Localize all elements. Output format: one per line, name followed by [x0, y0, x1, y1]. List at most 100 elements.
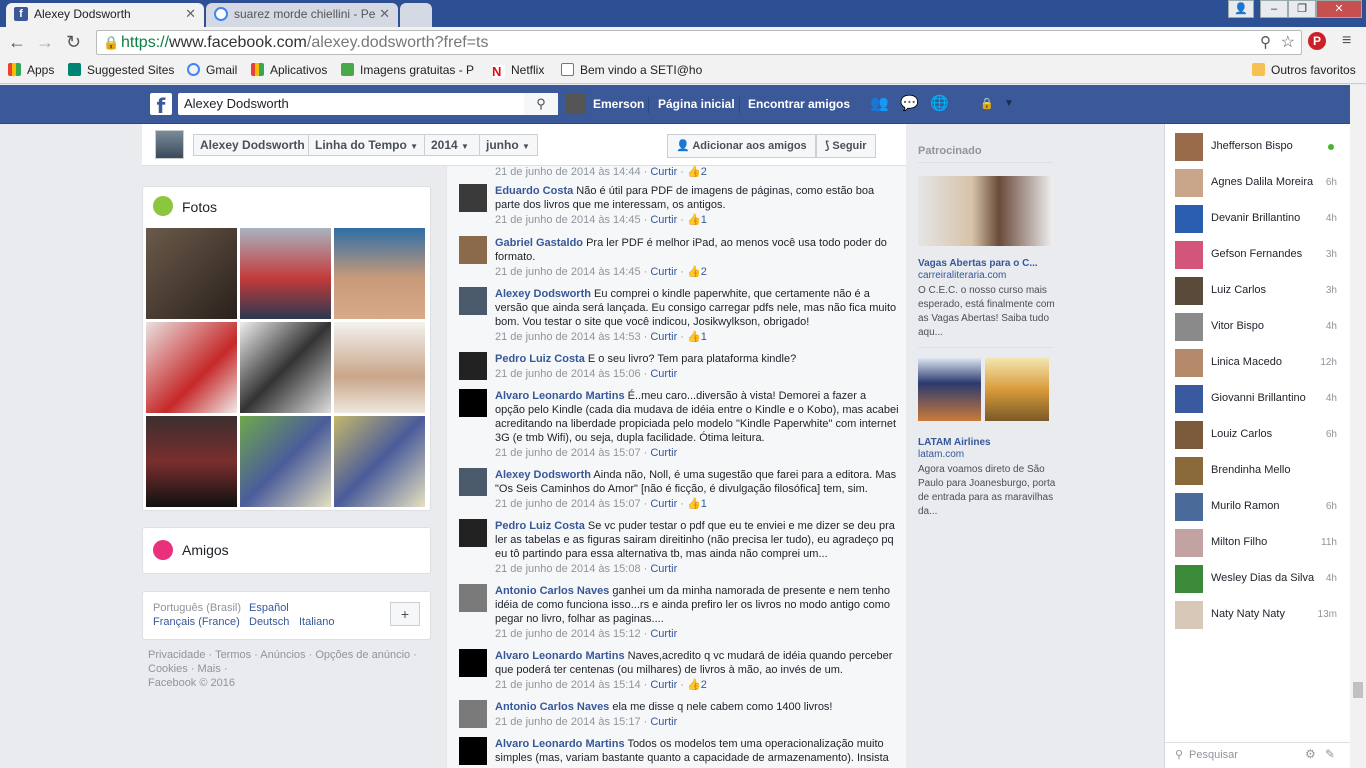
like-link[interactable]: Curtir: [650, 628, 677, 640]
star-icon[interactable]: ☆: [1281, 31, 1295, 54]
avatar[interactable]: [459, 700, 487, 728]
facebook-logo-icon[interactable]: f: [150, 93, 172, 118]
comment-author[interactable]: Pedro Luiz Costa: [495, 520, 585, 532]
facebook-search-input[interactable]: Alexey Dodsworth ⚲: [178, 93, 558, 115]
like-link[interactable]: Curtir: [650, 679, 677, 691]
avatar[interactable]: [459, 584, 487, 612]
comment-time[interactable]: 21 de junho de 2014 às 15:14: [495, 679, 641, 691]
bookmark-seti[interactable]: Bem vindo a SETI@ho: [561, 63, 702, 77]
footer-link[interactable]: Anúncios: [260, 649, 305, 661]
nav-home[interactable]: Página inicial: [658, 97, 735, 111]
avatar[interactable]: [459, 468, 487, 496]
search-icon[interactable]: ⚲: [524, 93, 558, 115]
photo-thumbnail[interactable]: [146, 416, 237, 507]
maximize-button[interactable]: ❐: [1288, 0, 1316, 18]
ad-title[interactable]: Vagas Abertas para o C...: [918, 258, 1038, 269]
pinterest-icon[interactable]: P: [1308, 32, 1326, 50]
photo-thumbnail[interactable]: [146, 322, 237, 413]
sponsored-title[interactable]: Patrocinado: [918, 145, 982, 157]
avatar[interactable]: [459, 389, 487, 417]
nav-find-friends[interactable]: Encontrar amigos: [748, 97, 850, 111]
avatar[interactable]: [459, 236, 487, 264]
like-count[interactable]: 👍1: [687, 331, 707, 343]
chat-contact[interactable]: Naty Naty Naty 13m: [1175, 600, 1345, 630]
avatar[interactable]: [459, 737, 487, 765]
photo-thumbnail[interactable]: [334, 416, 425, 507]
comment-time[interactable]: 21 de junho de 2014 às 15:07: [495, 447, 641, 459]
chat-contact[interactable]: Jhefferson Bispo: [1175, 132, 1345, 162]
chat-contact[interactable]: Gefson Fernandes 3h: [1175, 240, 1345, 270]
like-link[interactable]: Curtir: [650, 331, 677, 343]
bookmark-suggested[interactable]: Suggested Sites: [68, 63, 174, 77]
comment-time[interactable]: 21 de junho de 2014 às 15:08: [495, 563, 641, 575]
like-link[interactable]: Curtir: [650, 716, 677, 728]
comment-time[interactable]: 21 de junho de 2014 às 15:12: [495, 628, 641, 640]
photo-thumbnail[interactable]: [146, 228, 237, 319]
comment-author[interactable]: Alexey Dodsworth: [495, 469, 591, 481]
like-count[interactable]: 👍2: [687, 679, 707, 691]
comment-author[interactable]: Antonio Carlos Naves: [495, 701, 609, 713]
footer-link[interactable]: Privacidade: [148, 649, 205, 661]
like-link[interactable]: Curtir: [650, 447, 677, 459]
footer-link[interactable]: Mais: [198, 663, 221, 675]
follow-button[interactable]: ⟆ Seguir: [816, 134, 876, 158]
comment-time[interactable]: 21 de junho de 2014 às 14:53: [495, 331, 641, 343]
comment-author[interactable]: Alvaro Leonardo Martins: [495, 390, 625, 402]
photo-thumbnail[interactable]: [240, 416, 331, 507]
chat-contact[interactable]: Milton Filho 11h: [1175, 528, 1345, 558]
like-count[interactable]: 👍1: [687, 498, 707, 510]
reload-icon[interactable]: ↻: [66, 32, 81, 52]
bookmark-aplicativos[interactable]: Aplicativos: [251, 63, 327, 77]
like-count[interactable]: 👍2: [687, 266, 707, 278]
comment-author[interactable]: Alvaro Leonardo Martins: [495, 650, 625, 662]
avatar[interactable]: [459, 352, 487, 380]
chat-contact[interactable]: Linica Macedo 12h: [1175, 348, 1345, 378]
language-link[interactable]: Italiano: [299, 616, 334, 628]
scrollbar[interactable]: [1350, 85, 1366, 768]
chat-contact[interactable]: Murilo Ramon 6h: [1175, 492, 1345, 522]
friend-requests-icon[interactable]: 👥: [870, 96, 889, 112]
footer-link[interactable]: Cookies: [148, 663, 188, 675]
comment-time[interactable]: 21 de junho de 2014 às 15:07: [495, 498, 641, 510]
tab-alexey[interactable]: f Alexey Dodsworth ✕: [6, 3, 204, 27]
ad-title[interactable]: LATAM Airlines: [918, 437, 991, 448]
bookmark-other[interactable]: Outros favoritos: [1252, 63, 1356, 77]
ad-image[interactable]: [918, 176, 1053, 246]
ad-image[interactable]: [918, 358, 981, 421]
comment-author[interactable]: Pedro Luiz Costa: [495, 353, 585, 365]
minimize-button[interactable]: –: [1260, 0, 1288, 18]
zoom-icon[interactable]: ⚲: [1260, 31, 1271, 54]
bookmark-gmail[interactable]: Gmail: [187, 63, 237, 77]
close-window-button[interactable]: ✕: [1316, 0, 1362, 18]
chat-contact[interactable]: Wesley Dias da Silva 4h: [1175, 564, 1345, 594]
avatar[interactable]: [459, 649, 487, 677]
friends-title[interactable]: Amigos: [182, 542, 229, 558]
footer-link[interactable]: Opções de anúncio: [315, 649, 410, 661]
comment-author[interactable]: Antonio Carlos Naves: [495, 585, 609, 597]
like-link[interactable]: Curtir: [650, 368, 677, 380]
comment-time[interactable]: 21 de junho de 2014 às 14:45: [495, 214, 641, 226]
photos-title[interactable]: Fotos: [182, 199, 217, 215]
ad-domain[interactable]: latam.com: [918, 449, 964, 460]
avatar[interactable]: [459, 519, 487, 547]
notifications-icon[interactable]: 🌐: [930, 96, 949, 112]
timeline-selector[interactable]: Linha do Tempo ▼: [308, 134, 425, 156]
photo-thumbnail[interactable]: [240, 322, 331, 413]
ad-image[interactable]: [985, 358, 1049, 421]
chat-contact[interactable]: Louiz Carlos 6h: [1175, 420, 1345, 450]
close-icon[interactable]: ✕: [185, 3, 196, 25]
tab-google[interactable]: suarez morde chiellini - Pe ✕: [206, 3, 398, 27]
like-link[interactable]: Curtir: [650, 266, 677, 278]
chat-search-input[interactable]: Pesquisar: [1189, 749, 1238, 761]
privacy-icon[interactable]: 🔒: [980, 96, 998, 112]
year-selector[interactable]: 2014 ▼: [424, 134, 480, 156]
language-link[interactable]: Deutsch: [249, 616, 289, 628]
chat-contact[interactable]: Brendinha Mello: [1175, 456, 1345, 486]
compose-icon[interactable]: ✎: [1325, 747, 1335, 761]
avatar[interactable]: [566, 94, 586, 114]
chat-contact[interactable]: Agnes Dalila Moreira 6h: [1175, 168, 1345, 198]
comment-time[interactable]: 21 de junho de 2014 às 14:45: [495, 266, 641, 278]
messages-icon[interactable]: 💬: [900, 96, 919, 112]
url-input[interactable]: 🔒 https://www.facebook.com/alexey.dodswo…: [96, 30, 1302, 55]
menu-icon[interactable]: ≡: [1342, 32, 1351, 50]
